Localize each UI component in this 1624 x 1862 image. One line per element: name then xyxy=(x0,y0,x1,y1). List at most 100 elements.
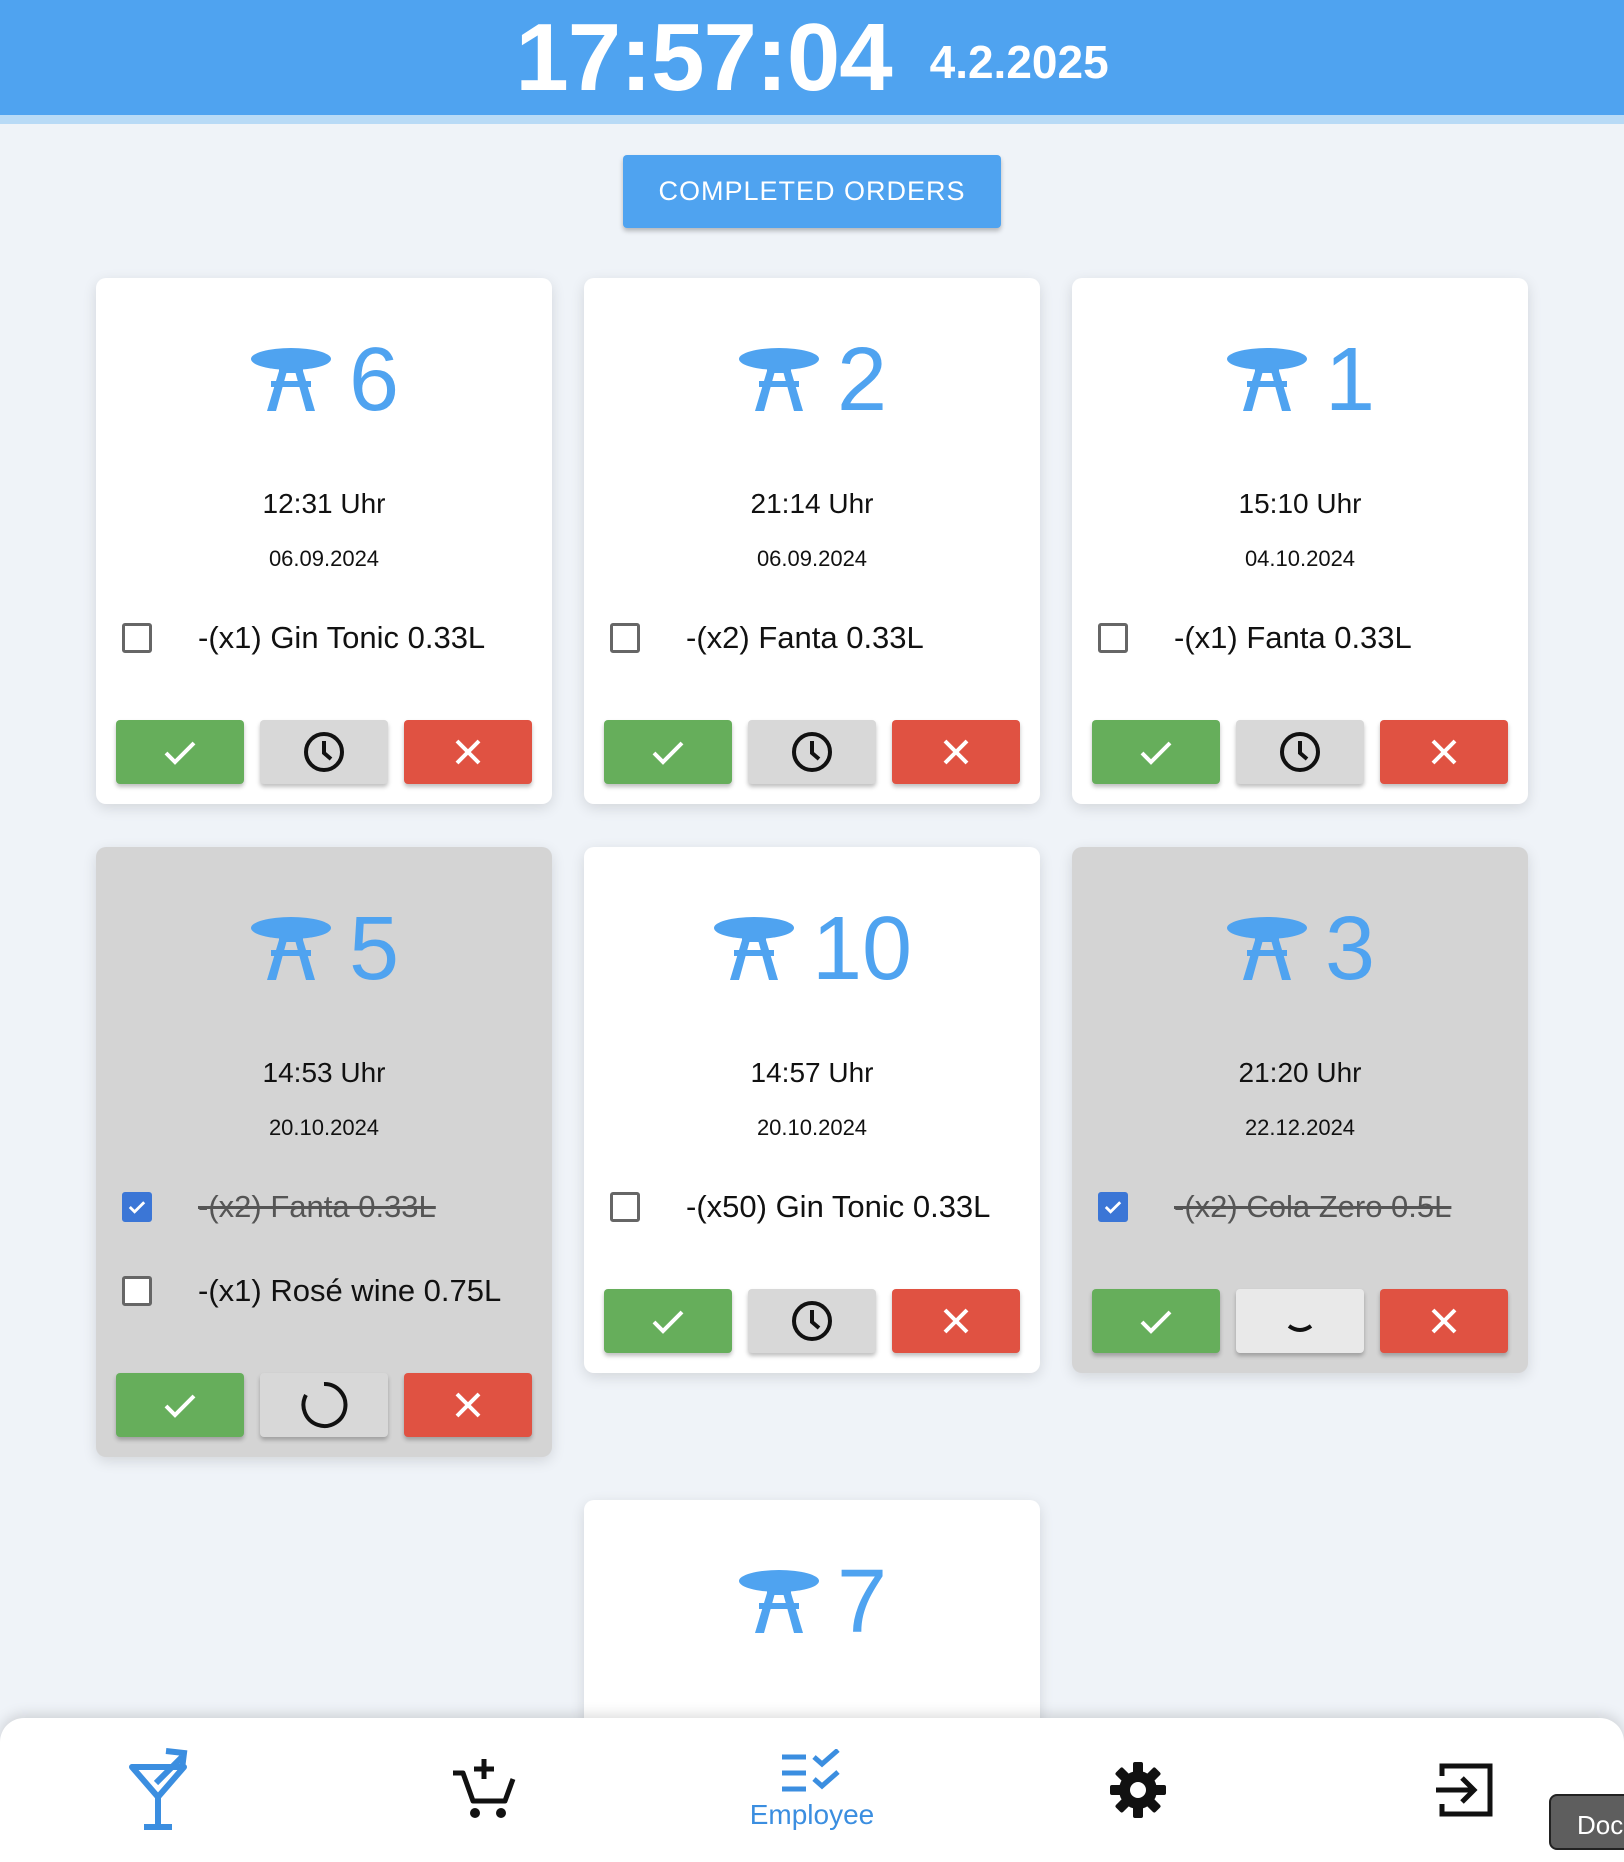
item-label: -(x1) Rosé wine 0.75L xyxy=(198,1273,502,1308)
bottom-navigation: Employee xyxy=(0,1718,1624,1862)
item-label: -(x2) Fanta 0.33L xyxy=(198,1189,436,1224)
card-header: 3 xyxy=(1072,899,1528,999)
order-date: 20.10.2024 xyxy=(268,1115,380,1140)
checklist-icon xyxy=(782,1749,840,1792)
postpone-button[interactable] xyxy=(748,1289,876,1353)
loading-spinner-icon xyxy=(1275,1296,1325,1346)
postpone-button[interactable] xyxy=(1236,1289,1364,1353)
checkmark-icon xyxy=(1101,1194,1125,1220)
clock-icon xyxy=(1278,730,1322,774)
close-icon xyxy=(1424,732,1464,772)
item-checkbox[interactable] xyxy=(122,1192,152,1222)
order-date: 22.12.2024 xyxy=(1244,1115,1356,1140)
order-item: -(x1) Fanta 0.33L xyxy=(1098,618,1518,658)
confirm-button[interactable] xyxy=(116,720,244,784)
postpone-button[interactable] xyxy=(748,720,876,784)
confirm-button[interactable] xyxy=(1092,720,1220,784)
cancel-button[interactable] xyxy=(1380,720,1508,784)
check-icon xyxy=(1136,732,1176,772)
confirm-button[interactable] xyxy=(1092,1289,1220,1353)
check-icon xyxy=(648,732,688,772)
logout-icon xyxy=(1436,1763,1493,1817)
order-date: 04.10.2024 xyxy=(1244,546,1356,571)
nav-employee[interactable]: Employee xyxy=(712,1718,912,1862)
table-icon xyxy=(249,914,333,984)
table-number: 1 xyxy=(1324,330,1376,430)
card-actions xyxy=(1092,720,1508,784)
order-date: 06.09.2024 xyxy=(756,546,868,571)
item-label: -(x50) Gin Tonic 0.33L xyxy=(686,1189,991,1224)
card-actions xyxy=(604,1289,1020,1353)
card-actions xyxy=(116,720,532,784)
doc-chip[interactable]: Doc xyxy=(1549,1794,1624,1850)
cocktail-icon xyxy=(129,1748,188,1830)
item-checkbox[interactable] xyxy=(610,623,640,653)
cancel-button[interactable] xyxy=(892,720,1020,784)
confirm-button[interactable] xyxy=(604,1289,732,1353)
postpone-button[interactable] xyxy=(260,1373,388,1437)
order-time: 21:14 Uhr xyxy=(750,488,874,519)
header-clock: 17:57:04 xyxy=(515,3,892,111)
item-checkbox[interactable] xyxy=(122,1276,152,1306)
order-item: -(x2) Fanta 0.33L xyxy=(610,618,1030,658)
clock-icon xyxy=(790,730,834,774)
checkmark-icon xyxy=(125,1194,149,1220)
close-icon xyxy=(936,1301,976,1341)
order-item: -(x1) Gin Tonic 0.33L xyxy=(122,618,542,658)
order-time: 14:53 Uhr xyxy=(262,1057,386,1088)
item-checkbox[interactable] xyxy=(122,623,152,653)
nav-settings[interactable] xyxy=(1038,1718,1238,1862)
item-label: -(x2) Fanta 0.33L xyxy=(686,620,924,655)
cancel-button[interactable] xyxy=(1380,1289,1508,1353)
confirm-button[interactable] xyxy=(604,720,732,784)
confirm-button[interactable] xyxy=(116,1373,244,1437)
table-number: 6 xyxy=(348,330,400,430)
card-header: 6 xyxy=(96,330,552,430)
order-item: -(x50) Gin Tonic 0.33L xyxy=(610,1187,1030,1227)
order-card: 6 12:31 Uhr 06.09.2024 -(x1) Gin Tonic 0… xyxy=(96,278,552,804)
nav-logout[interactable] xyxy=(1364,1718,1564,1862)
check-icon xyxy=(160,732,200,772)
header-date: 4.2.2025 xyxy=(929,35,1109,88)
order-card: 3 21:20 Uhr 22.12.2024 -(x2) Cola Zero 0… xyxy=(1072,847,1528,1373)
table-icon xyxy=(737,345,821,415)
card-header: 5 xyxy=(96,899,552,999)
order-time: 12:31 Uhr xyxy=(262,488,386,519)
item-label: -(x1) Gin Tonic 0.33L xyxy=(198,620,486,655)
order-time: 15:10 Uhr xyxy=(1238,488,1362,519)
cancel-button[interactable] xyxy=(892,1289,1020,1353)
card-header: 10 xyxy=(584,899,1040,999)
order-time: 14:57 Uhr xyxy=(750,1057,874,1088)
item-checkbox[interactable] xyxy=(610,1192,640,1222)
card-header: 2 xyxy=(584,330,1040,430)
gear-icon xyxy=(1110,1762,1166,1818)
order-item: -(x1) Rosé wine 0.75L xyxy=(122,1271,542,1311)
check-icon xyxy=(160,1385,200,1425)
postpone-button[interactable] xyxy=(260,720,388,784)
nav-employee-label: Employee xyxy=(749,1799,875,1830)
order-card: 1 15:10 Uhr 04.10.2024 -(x1) Fanta 0.33L xyxy=(1072,278,1528,804)
close-icon xyxy=(448,1385,488,1425)
check-icon xyxy=(1136,1301,1176,1341)
cancel-button[interactable] xyxy=(404,1373,532,1437)
table-icon xyxy=(1225,345,1309,415)
item-checkbox[interactable] xyxy=(1098,1192,1128,1222)
table-icon xyxy=(712,914,796,984)
check-icon xyxy=(648,1301,688,1341)
nav-add-order[interactable] xyxy=(384,1718,584,1862)
card-actions xyxy=(604,720,1020,784)
card-header: 7 xyxy=(584,1552,1040,1652)
completed-orders-button[interactable]: COMPLETED ORDERS xyxy=(623,155,1001,228)
order-time: 21:20 Uhr xyxy=(1238,1057,1362,1088)
order-date: 20.10.2024 xyxy=(756,1115,868,1140)
close-icon xyxy=(1424,1301,1464,1341)
cancel-button[interactable] xyxy=(404,720,532,784)
loading-spinner-icon xyxy=(299,1380,349,1430)
nav-drinks[interactable] xyxy=(58,1718,258,1862)
card-actions xyxy=(116,1373,532,1437)
table-number: 3 xyxy=(1324,899,1376,999)
order-card: 10 14:57 Uhr 20.10.2024 -(x50) Gin Tonic… xyxy=(584,847,1040,1373)
item-checkbox[interactable] xyxy=(1098,623,1128,653)
postpone-button[interactable] xyxy=(1236,720,1364,784)
order-item: -(x2) Fanta 0.33L xyxy=(122,1187,542,1227)
